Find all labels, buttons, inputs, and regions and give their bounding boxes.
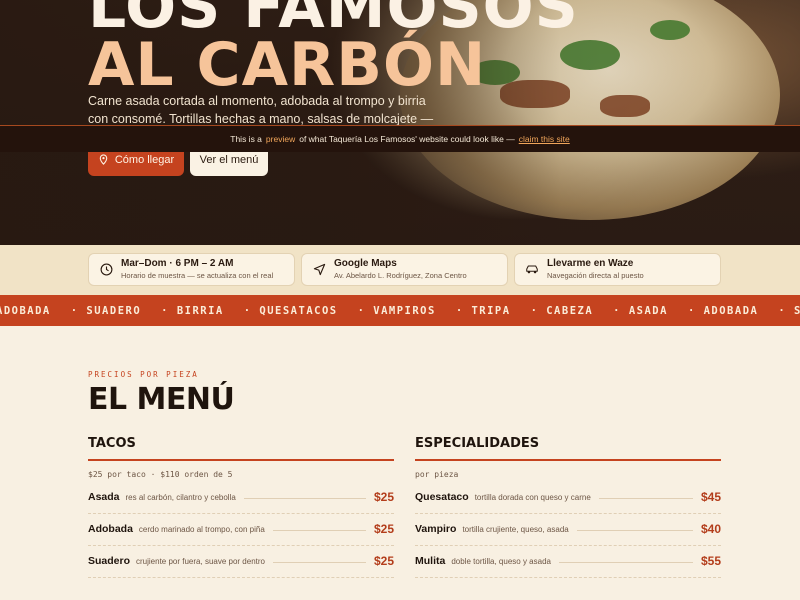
menu-item-description: res al carbón, cilantro y cebolla	[125, 493, 236, 502]
marquee-item: ADOBADA	[0, 304, 51, 317]
preview-banner: This is a preview of what Taquería Los F…	[0, 125, 800, 152]
hero-title: LOS FAMOSOS AL CARBÓN	[88, 0, 579, 100]
menu-item: Quesataco tortilla dorada con queso y car…	[415, 490, 721, 514]
menu-item-price: $25	[373, 522, 394, 536]
marquee-item: · CABEZA	[530, 304, 594, 317]
google-maps-card-title: Google Maps	[334, 258, 397, 269]
menu-item-name: Vampiro	[415, 523, 457, 535]
marquee-item: · ADOBADA	[687, 304, 759, 317]
claim-site-link[interactable]: claim this site	[519, 134, 570, 144]
hours-card-title: Mar–Dom · 6 PM – 2 AM	[121, 258, 234, 269]
menu-item-price: $25	[373, 490, 394, 504]
waze-card-title: Llevarme en Waze	[547, 258, 634, 269]
hero-title-line2: AL CARBÓN	[88, 30, 487, 100]
tacos-subtitle: $25 por taco · $110 orden de 5	[88, 470, 233, 479]
marquee-item: · QUESATACOS	[243, 304, 338, 317]
waze-card[interactable]: Llevarme en Waze Navegación directa al p…	[514, 253, 721, 286]
menu-item-leader	[598, 498, 693, 499]
especialidades-heading: ESPECIALIDADES	[415, 436, 721, 461]
menu-item-description: doble tortilla, queso y asada	[451, 557, 551, 566]
menu-item-leader	[558, 562, 693, 563]
menu-item-name: Suadero	[88, 555, 131, 567]
marquee-track: ADOBADA · SUADERO · BIRRIA · QUESATACOS · VA…	[0, 295, 800, 326]
directions-button-label: Cómo llegar	[114, 153, 175, 166]
menu-item-leader	[272, 562, 366, 563]
menu-item-name: Quesataco	[415, 491, 469, 503]
menu-item-description: cerdo marinado al trompo, con piña	[138, 525, 265, 534]
marquee-item: · SUADERO	[70, 304, 142, 317]
meat-marquee: ADOBADA · SUADERO · BIRRIA · QUESATACOS · VA…	[0, 295, 800, 326]
menu-item: Vampiro tortilla crujiente, queso, asada $…	[415, 522, 721, 546]
google-maps-card-subtitle: Av. Abelardo L. Rodríguez, Zona Centro	[334, 271, 467, 280]
clock-icon	[99, 263, 113, 277]
menu-item-leader	[243, 498, 366, 499]
tacos-list: Asada res al carbón, cilantro y cebolla $2…	[88, 490, 394, 578]
menu-item-price: $45	[700, 490, 721, 504]
preview-banner-prefix: This is a	[230, 134, 262, 144]
marquee-item: · ASADA	[613, 304, 668, 317]
google-maps-card[interactable]: Google Maps Av. Abelardo L. Rodríguez, Z…	[301, 253, 508, 286]
menu-item: Mulita doble tortilla, queso y asada $55	[415, 554, 721, 578]
menu-item-description: crujiente por fuera, suave por dentro	[136, 557, 265, 566]
marquee-item: · SUADERO	[778, 304, 800, 317]
menu-item-description: tortilla dorada con queso y carne	[474, 493, 591, 502]
menu-title: EL MENÚ	[88, 382, 235, 417]
tacos-heading: TACOS	[88, 436, 394, 461]
car-icon	[525, 263, 539, 277]
especialidades-subtitle: por pieza	[415, 470, 459, 479]
hours-card-subtitle: Horario de muestra — se actualiza con el…	[121, 271, 274, 280]
menu-item-name: Mulita	[415, 555, 446, 567]
marquee-item: · TRIPA	[455, 304, 511, 317]
menu-item-leader	[272, 530, 366, 531]
menu-item-price: $55	[700, 554, 721, 568]
hours-card: Mar–Dom · 6 PM – 2 AM Horario de muestra…	[88, 253, 295, 286]
menu-item: Asada res al carbón, cilantro y cebolla $2…	[88, 490, 394, 514]
menu-item-leader	[576, 530, 693, 531]
menu-item: Adobada cerdo marinado al trompo, con piñ…	[88, 522, 394, 546]
preview-banner-highlight: preview	[265, 134, 296, 144]
waze-card-subtitle: Navegación directa al puesto	[547, 271, 644, 280]
menu-item-price: $25	[373, 554, 394, 568]
menu-item-name: Adobada	[88, 523, 133, 535]
preview-banner-text: of what Taquería Los Famosos' website co…	[299, 134, 515, 144]
menu-item: Suadero crujiente por fuera, suave por de…	[88, 554, 394, 578]
menu-item-name: Asada	[88, 491, 120, 503]
tacos-column: TACOS $25 por taco · $110 orden de 5 Asa…	[88, 436, 394, 578]
especialidades-column: ESPECIALIDADES por pieza Quesataco tortil…	[415, 436, 721, 578]
marquee-item: · VAMPIROS	[357, 304, 436, 317]
hero-section: LOS FAMOSOS AL CARBÓN Carne asada cortad…	[0, 0, 800, 245]
especialidades-list: Quesataco tortilla dorada con queso y car…	[415, 490, 721, 578]
view-menu-button-label: Ver el menú	[199, 153, 259, 166]
menu-item-description: tortilla crujiente, queso, asada	[462, 525, 569, 534]
menu-kicker: PRECIOS POR PIEZA	[88, 370, 199, 379]
marquee-item: · BIRRIA	[161, 304, 224, 317]
navigation-arrow-icon	[312, 263, 326, 277]
menu-item-price: $40	[700, 522, 721, 536]
map-pin-icon	[99, 154, 108, 165]
